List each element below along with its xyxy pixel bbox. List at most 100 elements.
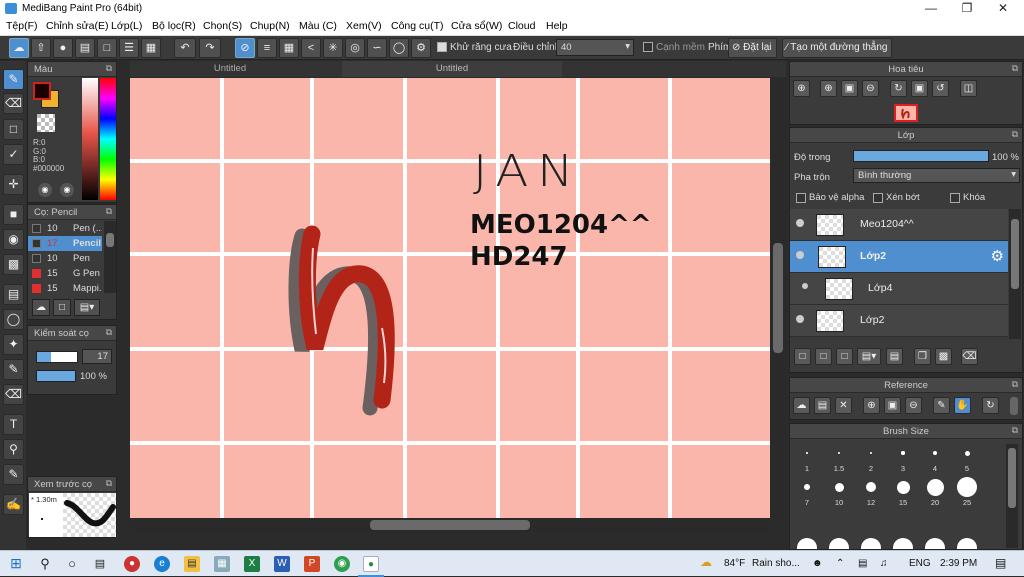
brush-opacity-slider[interactable] [36, 370, 76, 382]
gear-icon[interactable]: ⚙ [991, 247, 1004, 265]
trash-icon[interactable]: ⌫ [961, 348, 978, 365]
new-layer-icon[interactable]: □ [794, 348, 811, 365]
chrome-icon[interactable]: ◉ [334, 556, 350, 572]
edge-icon[interactable]: e [154, 556, 170, 572]
powerpoint-icon[interactable]: P [304, 556, 320, 572]
fit-icon[interactable]: ▣ [884, 397, 901, 414]
brush-size-dot[interactable] [925, 538, 945, 549]
tab-untitled-2[interactable]: Untitled [342, 61, 562, 77]
brush-size-option[interactable]: 1 [792, 442, 822, 473]
zoom-out-icon[interactable]: ⊖ [862, 80, 879, 97]
fill-rect-tool-icon[interactable]: ■ [3, 204, 24, 225]
new-layer2-icon[interactable]: □ [815, 348, 832, 365]
list-item[interactable]: 15 G Pen [28, 266, 102, 281]
excel-icon[interactable]: X [244, 556, 260, 572]
store-icon[interactable]: ▦ [214, 556, 230, 572]
brush-size-option[interactable]: 10 [824, 476, 854, 507]
layer-row[interactable]: Lớp4 [790, 273, 1008, 305]
brush-size-scrollbar[interactable] [1006, 444, 1018, 548]
zoom-out-icon[interactable]: ⊖ [905, 397, 922, 414]
language-indicator[interactable]: ENG [909, 558, 931, 569]
eraser-tool-icon[interactable]: ⌫ [3, 93, 24, 114]
layer-opacity-slider[interactable] [853, 150, 989, 162]
eyedropper-tool-icon[interactable]: ✍ [3, 494, 24, 515]
bucket-tool-icon[interactable]: ◉ [3, 229, 24, 250]
hue-bar[interactable] [100, 78, 116, 200]
rect-tool-icon[interactable]: □ [3, 119, 24, 140]
duplicate-icon[interactable]: ❐ [914, 348, 931, 365]
menu-view[interactable]: Xem(V) [346, 20, 382, 32]
tab-untitled-1[interactable]: Untitled [130, 61, 330, 77]
eye-icon[interactable] [796, 315, 804, 323]
fit-icon[interactable]: ▣ [841, 80, 858, 97]
protect-alpha-checkbox[interactable] [796, 193, 806, 203]
open-folder-icon[interactable]: ▤ [814, 397, 831, 414]
medibang-taskbar-icon[interactable]: ● [363, 556, 379, 572]
merge-icon[interactable]: ▩ [935, 348, 952, 365]
cortana-icon[interactable]: ○ [64, 556, 80, 572]
grid-snap-icon[interactable]: ▦ [279, 38, 299, 58]
brush-size-option[interactable]: 7 [792, 476, 822, 507]
layer-list-scrollbar[interactable] [1009, 209, 1021, 339]
search-icon[interactable]: ⚲ [37, 556, 53, 572]
brush-size-dot[interactable] [861, 538, 881, 549]
zoom-in-icon[interactable]: ⊕ [863, 397, 880, 414]
curve-snap-icon[interactable]: ∽ [367, 38, 387, 58]
transparent-swatch[interactable] [37, 114, 55, 132]
brush-list-scrollbar[interactable] [104, 221, 116, 293]
rotate-icon[interactable]: ↻ [890, 80, 907, 97]
brightness-bar[interactable] [82, 78, 98, 200]
new-line-button[interactable]: ∕ Tạo một đường thẳng [782, 38, 893, 58]
menu-filter[interactable]: Bộ lọc(R) [152, 20, 196, 32]
list-item[interactable]: 10 Pen [28, 251, 102, 266]
brush-menu-icon[interactable]: ▤▾ [74, 299, 100, 316]
menu-window[interactable]: Cửa sổ(W) [451, 20, 502, 32]
reference-scrollbar[interactable] [1010, 397, 1018, 415]
navigator-thumbnail[interactable] [894, 104, 918, 122]
cloud-brush-icon[interactable]: ☁ [32, 299, 50, 316]
minimize-button[interactable]: — [914, 0, 948, 17]
canvas-horizontal-scrollbar[interactable] [130, 518, 770, 532]
zoom-in-icon[interactable]: ⊕ [793, 80, 810, 97]
lasso-tool-icon[interactable]: ◯ [3, 309, 24, 330]
people-icon[interactable]: ☻ [812, 558, 823, 569]
dropper-tool-icon[interactable]: ✎ [3, 464, 24, 485]
task-view-icon[interactable]: ▤ [92, 556, 108, 572]
reset-rotate-icon[interactable]: ↺ [932, 80, 949, 97]
eyedropper-icon[interactable]: ✎ [933, 397, 950, 414]
layer-row[interactable]: Lớp2 ⚙ [790, 241, 1008, 273]
close-icon[interactable]: ✕ [835, 397, 852, 414]
weather-text[interactable]: Rain sho... [752, 558, 800, 569]
clip-checkbox[interactable] [873, 193, 883, 203]
brush-size-slider[interactable] [36, 351, 78, 363]
layer-row[interactable]: Lớp2 [790, 305, 1008, 337]
panel-popout-icon[interactable]: ⧉ [1012, 129, 1018, 140]
list-item[interactable]: 17 Pencil [28, 236, 102, 251]
panel-popout-icon[interactable]: ⧉ [1012, 379, 1018, 390]
perspective-snap-icon[interactable]: < [301, 38, 321, 58]
brush-size-option[interactable]: 20 [920, 476, 950, 507]
canvas-vertical-scrollbar[interactable] [770, 78, 786, 518]
panel-icon[interactable]: ▤ [75, 38, 95, 58]
panel-popout-icon[interactable]: ⧉ [106, 478, 112, 489]
brush-size-option[interactable]: 4 [920, 442, 950, 473]
correction-select[interactable]: 40 ▾ [556, 39, 634, 56]
chevron-up-icon[interactable]: ⌃ [836, 558, 844, 569]
menu-color[interactable]: Màu (C) [299, 20, 337, 32]
no-snap-icon[interactable]: ⊘ [235, 38, 255, 58]
new-brush-icon[interactable]: □ [53, 299, 71, 316]
weather-icon[interactable]: ☁ [700, 555, 712, 569]
drawing-canvas[interactable]: JAN MEO1204^^ HD247 [130, 78, 770, 518]
brush-size-dot[interactable] [797, 538, 817, 549]
brush-size-option[interactable]: 15 [888, 476, 918, 507]
brush-size-option[interactable]: 25 [952, 476, 982, 507]
lock-checkbox[interactable] [950, 193, 960, 203]
move-tool-icon[interactable]: ✛ [3, 174, 24, 195]
select-eraser-tool-icon[interactable]: ⌫ [3, 384, 24, 405]
menu-edit[interactable]: Chỉnh sửa(E) [46, 20, 108, 32]
menu-help[interactable]: Help [546, 20, 568, 32]
reset-button[interactable]: ⊘ Đặt lại [728, 38, 777, 58]
blend-mode-select[interactable]: Bình thường ▾ [853, 168, 1020, 183]
app-red-icon[interactable]: ● [124, 556, 140, 572]
menu-layer[interactable]: Lớp(L) [111, 20, 142, 32]
